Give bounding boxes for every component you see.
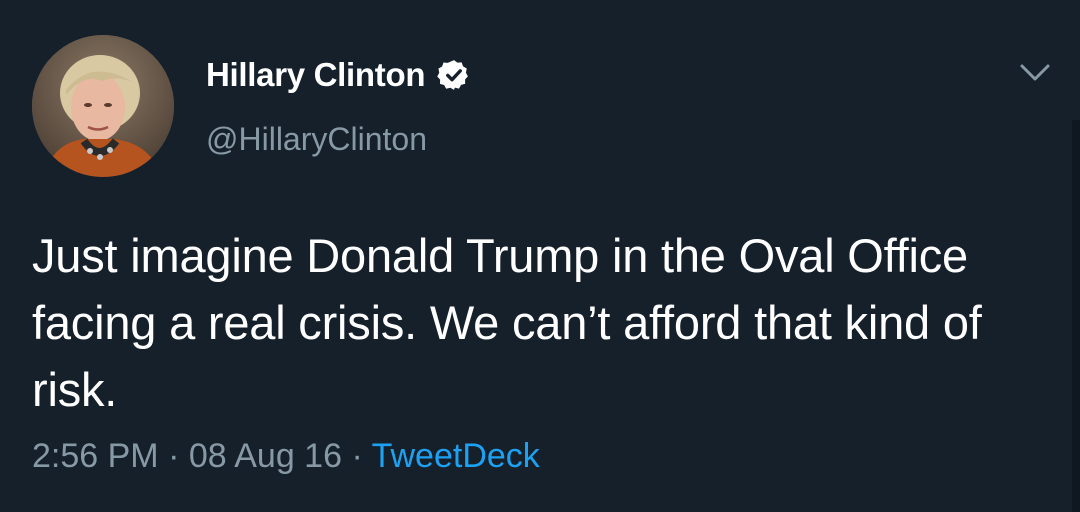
avatar[interactable] (32, 35, 174, 177)
tweet-time[interactable]: 2:56 PM (32, 437, 159, 475)
tweet-date[interactable]: 08 Aug 16 (189, 437, 342, 475)
verified-badge-icon (437, 58, 471, 92)
tweet-text: Just imagine Donald Trump in the Oval Of… (32, 229, 982, 416)
author-name-row[interactable]: Hillary Clinton (206, 56, 471, 94)
scrollbar-track[interactable] (1072, 120, 1080, 512)
avatar-image (32, 35, 174, 177)
tweet-meta: 2:56 PM · 08 Aug 16 · TweetDeck (32, 436, 540, 476)
meta-separator: · (158, 437, 189, 475)
author-handle[interactable]: @HillaryClinton (206, 120, 427, 158)
meta-separator: · (342, 437, 372, 475)
tweet-source-link[interactable]: TweetDeck (372, 437, 540, 475)
tweet-card: Hillary Clinton @HillaryClinton Just ima… (0, 0, 1080, 512)
author-display-name[interactable]: Hillary Clinton (206, 56, 425, 94)
chevron-down-icon[interactable] (1016, 58, 1054, 88)
